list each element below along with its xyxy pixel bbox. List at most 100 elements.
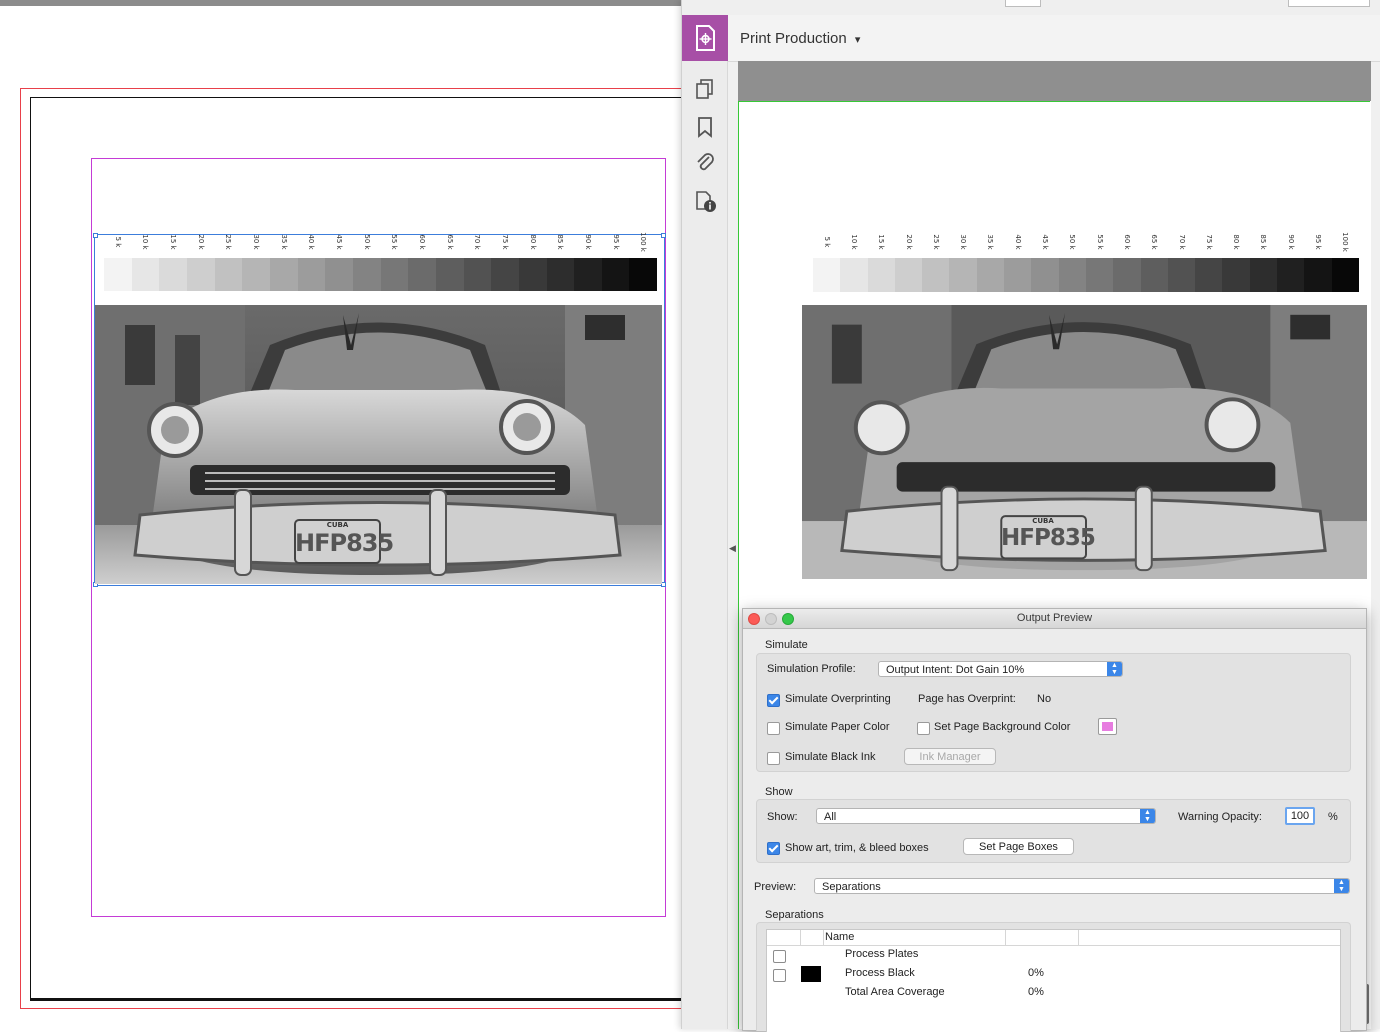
gray-step-label: 25 k — [922, 234, 949, 258]
gray-step-5 — [813, 258, 841, 292]
gray-step-label-text: 95 k — [1313, 234, 1322, 250]
gray-step-55 — [380, 258, 409, 291]
gray-step-label-text: 80 k — [528, 234, 537, 250]
gray-step-label: 35 k — [977, 234, 1004, 258]
gray-step-label-text: 55 k — [1095, 234, 1104, 250]
gray-step-label: 40 k — [298, 234, 326, 258]
gray-step-label-text: 15 k — [877, 234, 886, 250]
set-page-background-checkbox[interactable] — [917, 722, 930, 735]
column-divider — [823, 930, 824, 945]
gray-step-45 — [325, 258, 353, 291]
gray-step-label: 85 k — [1250, 234, 1277, 258]
show-select[interactable]: All ▲ ▼ — [816, 808, 1156, 824]
gray-step-label-text: 5 k — [113, 236, 122, 248]
dialog-titlebar[interactable]: Output Preview — [743, 609, 1366, 629]
page-number-field[interactable] — [1005, 0, 1041, 7]
warning-opacity-input[interactable]: 100 — [1285, 807, 1315, 825]
gray-step-45 — [1031, 258, 1059, 292]
gray-step-label: 65 k — [436, 234, 464, 258]
collapse-panel-icon[interactable]: ◀ — [729, 543, 736, 554]
gray-step-25 — [922, 258, 950, 292]
set-page-background-label: Set Page Background Color — [934, 721, 1071, 733]
warning-opacity-label: Warning Opacity: — [1178, 811, 1262, 823]
gray-step-75 — [1195, 258, 1223, 292]
gray-step-label-text: 65 k — [445, 234, 454, 250]
gray-step-80 — [1222, 258, 1250, 292]
gray-step-label-text: 35 k — [279, 234, 288, 250]
separation-name: Total Area Coverage — [845, 986, 945, 998]
tool-name-dropdown[interactable]: Print Production ▾ — [740, 30, 860, 47]
close-window-button[interactable] — [748, 613, 760, 625]
gray-step-label-text: 5 k — [822, 236, 831, 248]
gray-step-label: 95 k — [602, 234, 630, 258]
gray-step-label-text: 35 k — [986, 234, 995, 250]
name-column-header[interactable]: Name — [825, 931, 854, 943]
simulate-overprinting-checkbox[interactable] — [767, 694, 780, 707]
gray-step-label: 45 k — [325, 234, 353, 258]
process-black-swatch — [801, 966, 821, 982]
simulate-black-ink-checkbox[interactable] — [767, 752, 780, 765]
gray-step-10 — [840, 258, 868, 292]
ink-manager-button[interactable]: Ink Manager — [904, 748, 996, 765]
gray-step-label: 70 k — [1168, 234, 1195, 258]
gray-step-label: 85 k — [547, 234, 575, 258]
gray-step-label: 15 k — [159, 234, 187, 258]
document-info-icon[interactable] — [693, 189, 717, 213]
gray-step-label: 60 k — [408, 234, 436, 258]
gray-step-label: 60 k — [1113, 234, 1140, 258]
gray-step-label-text: 50 k — [362, 234, 371, 250]
separation-value: 0% — [1028, 967, 1044, 979]
background-color-swatch-button[interactable] — [1098, 718, 1117, 735]
gray-step-40 — [297, 258, 326, 291]
separation-row-checkbox[interactable] — [773, 950, 786, 963]
separations-table[interactable]: Name Process Plates Process Black 0% Tot… — [766, 929, 1341, 1032]
separation-row-checkbox[interactable] — [773, 969, 786, 982]
separations-row[interactable]: Process Plates — [767, 946, 1340, 965]
gray-step-label: 55 k — [381, 234, 409, 258]
gray-step-label: 45 k — [1031, 234, 1058, 258]
zoom-window-button[interactable] — [782, 613, 794, 625]
bookmarks-icon[interactable] — [693, 115, 717, 139]
simulate-paper-color-checkbox[interactable] — [767, 722, 780, 735]
gray-step-85 — [1249, 258, 1278, 292]
page-overprint-label: Page has Overprint: — [918, 693, 1016, 705]
gray-step-label-text: 40 k — [307, 234, 316, 250]
separations-row[interactable]: Total Area Coverage 0% — [767, 984, 1340, 1003]
set-page-boxes-button[interactable]: Set Page Boxes — [963, 838, 1074, 855]
simulation-profile-value: Output Intent: Dot Gain 10% — [886, 664, 1025, 676]
minimize-window-button[interactable] — [765, 613, 777, 625]
simulation-profile-select[interactable]: Output Intent: Dot Gain 10% ▲ ▼ — [878, 661, 1123, 677]
frame-handle[interactable] — [661, 233, 666, 238]
separations-group: Name Process Plates Process Black 0% Tot… — [756, 922, 1351, 1032]
gray-step-label: 15 k — [868, 234, 895, 258]
gray-step-label-text: 90 k — [1286, 234, 1295, 250]
gray-step-label: 20 k — [187, 234, 215, 258]
preview-select[interactable]: Separations ▲ ▼ — [814, 878, 1350, 894]
gray-step-label: 80 k — [519, 234, 547, 258]
gray-step-label-text: 25 k — [224, 234, 233, 250]
license-plate-country: CUBA — [326, 521, 349, 529]
attachments-icon[interactable] — [693, 150, 717, 174]
gray-step-15 — [159, 258, 187, 291]
gray-step-15 — [867, 258, 895, 292]
gray-step-60 — [1113, 258, 1141, 292]
gray-step-label-text: 20 k — [904, 234, 913, 250]
preview-label: Preview: — [754, 881, 797, 893]
gray-step-80 — [518, 258, 547, 291]
indesign-document-canvas[interactable]: 5 k 10 k 15 k 20 k 25 k 30 k 35 k 40 k 45 k 50 k 5… — [0, 0, 681, 1029]
background-color-swatch — [1102, 722, 1113, 731]
show-boxes-label: Show art, trim, & bleed boxes — [785, 842, 929, 854]
page-thumbnails-icon[interactable] — [693, 77, 717, 101]
frame-handle[interactable] — [93, 233, 98, 238]
print-production-tool-tab[interactable] — [682, 15, 728, 61]
separations-row[interactable]: Process Black 0% — [767, 965, 1340, 984]
gray-step-label-text: 70 k — [1177, 234, 1186, 250]
simulate-black-ink-label: Simulate Black Ink — [785, 751, 876, 763]
show-boxes-checkbox[interactable] — [767, 842, 780, 855]
license-plate-number-preview: HFP835 — [1001, 525, 1096, 551]
gray-step-label: 100 k — [629, 232, 657, 258]
gray-step-label: 25 k — [215, 234, 243, 258]
zoom-field[interactable] — [1288, 0, 1370, 7]
gray-step-30 — [949, 258, 977, 292]
separation-value: 0% — [1028, 986, 1044, 998]
